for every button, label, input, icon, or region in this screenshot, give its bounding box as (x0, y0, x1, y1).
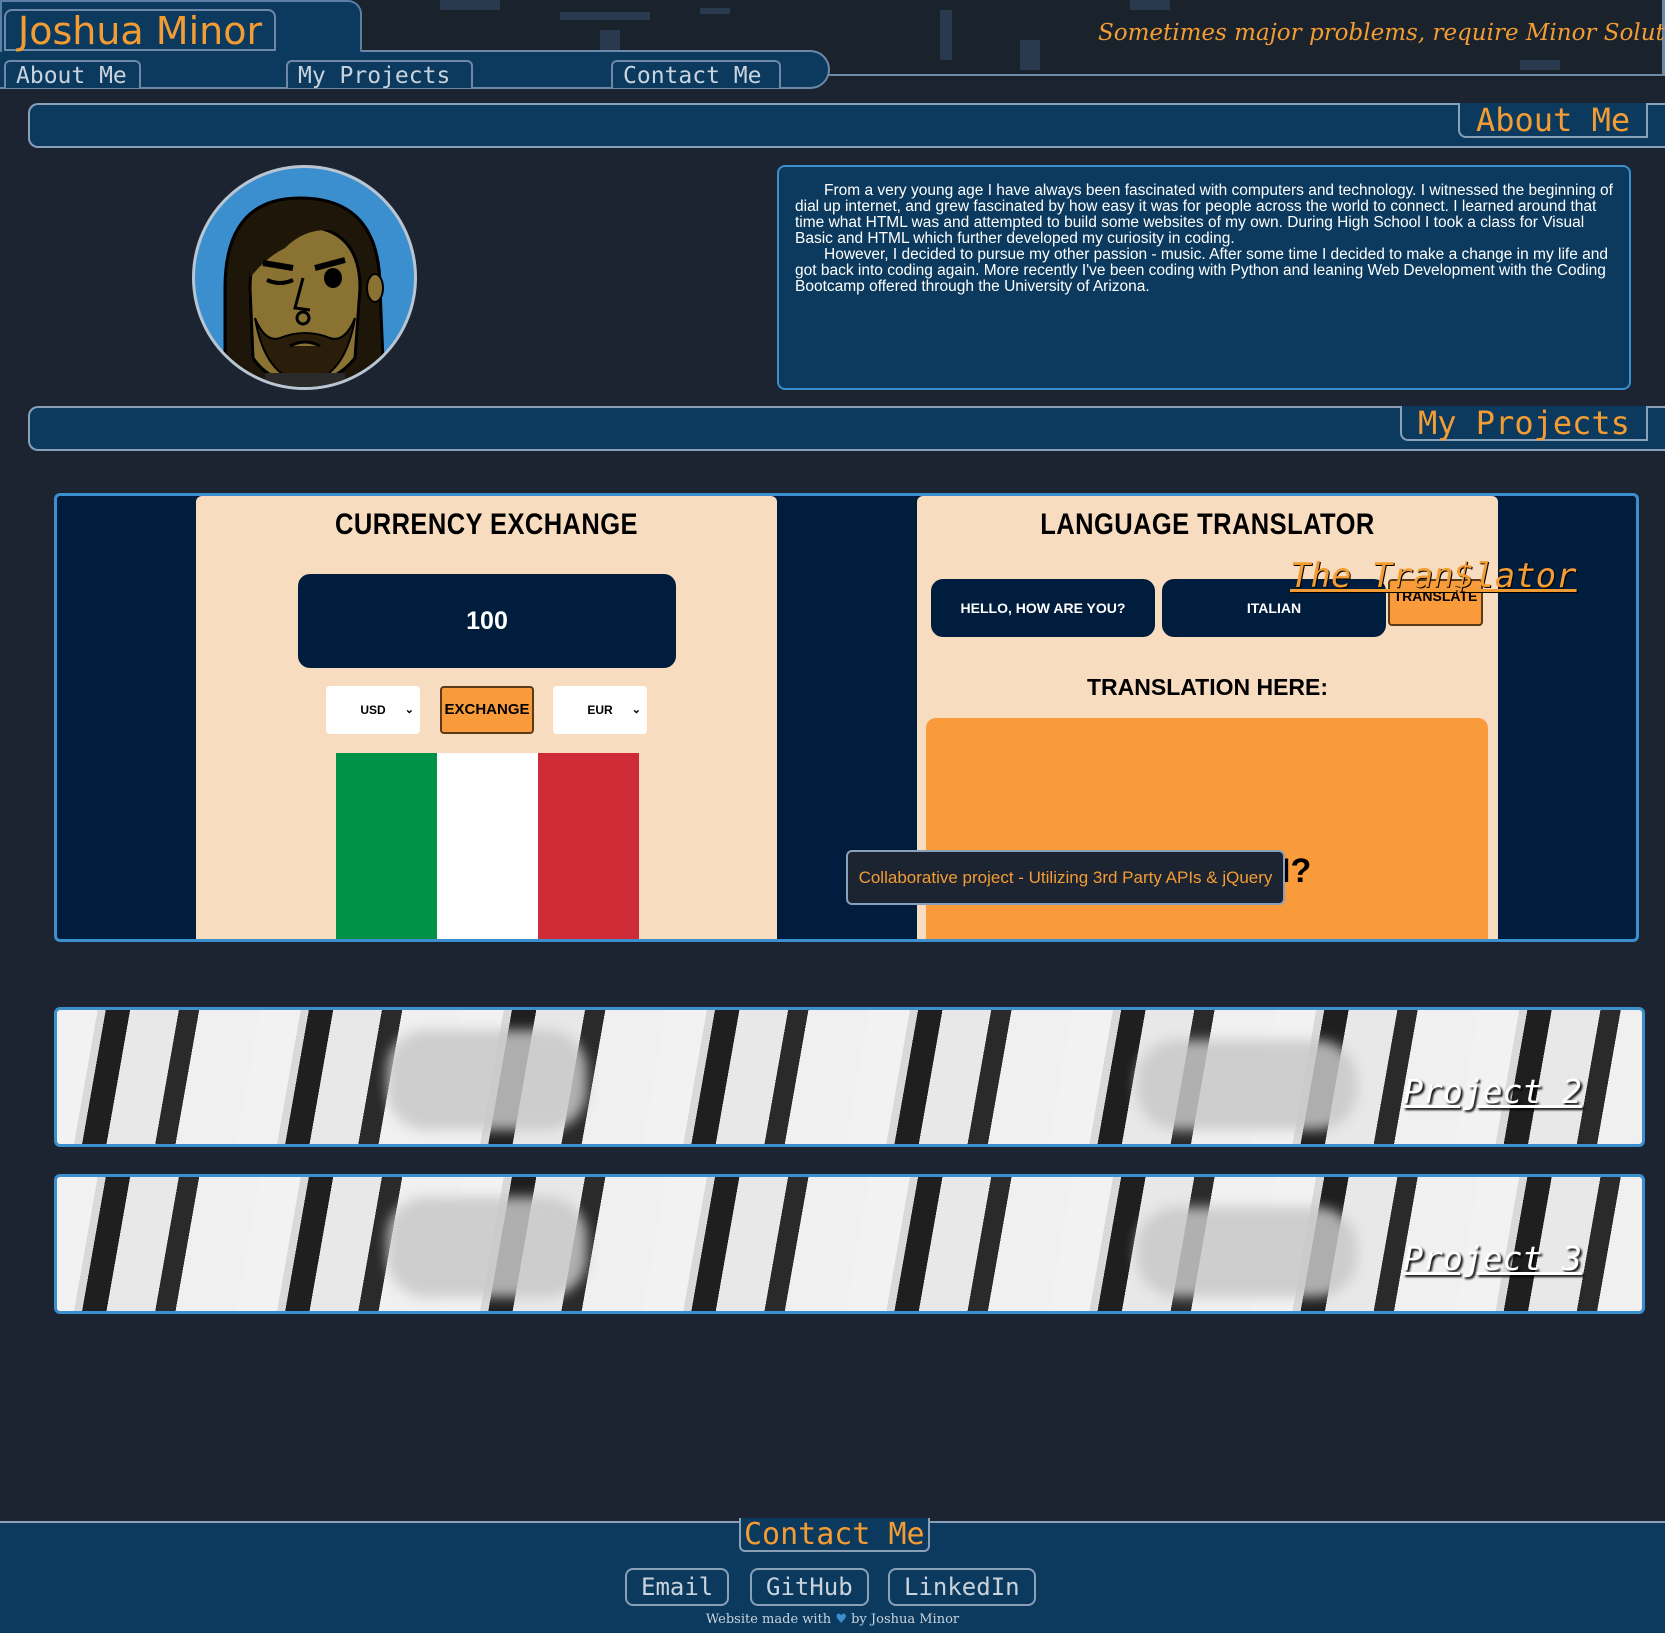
translation-result-text: I? (1281, 852, 1312, 890)
bio-paragraph: From a very young age I have always been… (795, 182, 1613, 247)
phrase-input[interactable]: HELLO, HOW ARE YOU? (931, 579, 1155, 637)
logo-box: Joshua Minor (4, 9, 276, 53)
project-2-link[interactable]: Project 2 (1403, 1072, 1582, 1111)
avatar-illustration (223, 196, 386, 387)
flag-white-stripe (437, 753, 538, 939)
project-2-card[interactable]: Project 2 (54, 1007, 1645, 1147)
flag-red-stripe (538, 753, 639, 939)
project-1-tooltip: Collaborative project - Utilizing 3rd Pa… (846, 850, 1285, 905)
chevron-down-icon: ⌄ (404, 704, 414, 716)
piano-hand-image (387, 1030, 587, 1130)
footer-credit-prefix: Website made with (705, 1612, 832, 1627)
avatar (192, 165, 417, 390)
project-3-card[interactable]: Project 3 (54, 1174, 1645, 1314)
slogan: Sometimes major problems, require Minor … (1098, 20, 1665, 46)
email-button[interactable]: Email (625, 1568, 730, 1606)
translation-label: TRANSLATION HERE: (1086, 674, 1329, 700)
to-currency-value: EUR (587, 703, 613, 717)
chevron-down-icon: ⌄ (631, 704, 641, 716)
currency-exchange-title: CURRENCY EXCHANGE (335, 508, 638, 541)
project-3-link[interactable]: Project 3 (1403, 1239, 1582, 1278)
piano-hand-image (387, 1197, 587, 1297)
heart-icon: ♥ (835, 1612, 847, 1627)
bio-paragraph: However, I decided to pursue my other pa… (795, 246, 1608, 295)
flag-green-stripe (336, 753, 437, 939)
amount-input[interactable]: 100 (298, 574, 676, 668)
header-divider (828, 74, 1665, 76)
currency-exchange-panel: CURRENCY EXCHANGE 100 USD ⌄ EXCHANGE EUR… (196, 496, 777, 939)
bio-text-box: From a very young age I have always been… (777, 165, 1631, 390)
nav-my-projects[interactable]: My Projects (286, 60, 473, 89)
language-translator-title: LANGUAGE TRANSLATOR (1040, 508, 1375, 541)
site-title: Joshua Minor (18, 9, 263, 53)
about-section-title: About Me (1458, 103, 1649, 138)
about-section-bar (28, 103, 1665, 148)
to-currency-select[interactable]: EUR ⌄ (553, 686, 647, 734)
piano-hand-image (1137, 1040, 1357, 1130)
from-currency-value: USD (360, 703, 386, 717)
project-1-link[interactable]: The Tran$lator (1290, 556, 1577, 596)
exchange-button[interactable]: EXCHANGE (440, 686, 534, 734)
footer-credit: Website made with ♥ by Joshua Minor (0, 1612, 1665, 1627)
contact-section-title: Contact Me (739, 1518, 930, 1552)
github-button[interactable]: GitHub (750, 1568, 869, 1606)
projects-section-title: My Projects (1400, 406, 1648, 441)
linkedin-button[interactable]: LinkedIn (888, 1568, 1036, 1606)
nav-about-me[interactable]: About Me (4, 60, 141, 89)
translation-output: I? (926, 718, 1488, 939)
nav-contact-me[interactable]: Contact Me (611, 60, 781, 89)
footer-credit-suffix: by Joshua Minor (851, 1612, 960, 1627)
piano-hand-image (1137, 1207, 1357, 1297)
from-currency-select[interactable]: USD ⌄ (326, 686, 420, 734)
